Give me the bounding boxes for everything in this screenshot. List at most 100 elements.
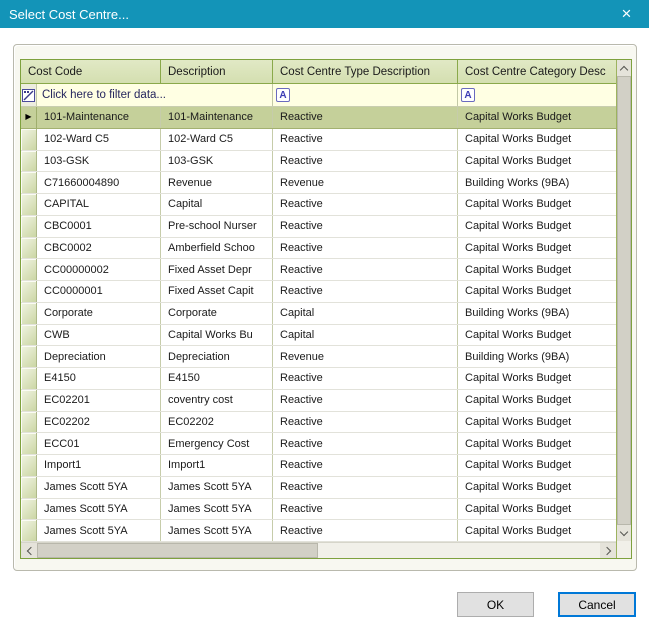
cell-description: James Scott 5YA xyxy=(161,520,273,541)
scroll-left-button[interactable] xyxy=(21,543,37,558)
scroll-up-button[interactable] xyxy=(617,60,631,76)
column-header-type[interactable]: Cost Centre Type Description xyxy=(273,60,458,84)
column-header-description[interactable]: Description xyxy=(161,60,273,84)
filter-prompt-cell[interactable]: Click here to filter data... xyxy=(37,84,273,106)
row-selector-cell[interactable] xyxy=(21,477,37,498)
chevron-right-icon xyxy=(602,546,610,554)
grid-filter-row: Click here to filter data... A A xyxy=(21,84,616,107)
row-selector-cell[interactable] xyxy=(21,259,37,280)
row-selector-cell[interactable] xyxy=(21,238,37,259)
scroll-right-button[interactable] xyxy=(600,543,616,558)
vertical-scrollbar[interactable] xyxy=(616,60,631,558)
column-header-cost-code[interactable]: Cost Code xyxy=(21,60,161,84)
cell-description: Fixed Asset Capit xyxy=(161,281,273,302)
table-row[interactable]: James Scott 5YA James Scott 5YA Reactive… xyxy=(21,477,616,499)
filter-button[interactable] xyxy=(21,84,37,106)
table-row[interactable]: CC0000001 Fixed Asset Capit Reactive Cap… xyxy=(21,281,616,303)
cell-description: Corporate xyxy=(161,303,273,324)
cell-cost-code: CBC0002 xyxy=(37,238,161,259)
table-row[interactable]: Import1 Import1 Reactive Capital Works B… xyxy=(21,455,616,477)
row-selector-cell[interactable] xyxy=(21,216,37,237)
cell-category: Capital Works Budget xyxy=(458,194,616,215)
horizontal-scroll-thumb[interactable] xyxy=(37,543,318,558)
cell-category: Capital Works Budget xyxy=(458,325,616,346)
table-row[interactable]: ECC01 Emergency Cost Reactive Capital Wo… xyxy=(21,433,616,455)
cell-cost-code: EC02202 xyxy=(37,412,161,433)
cell-description: coventry cost xyxy=(161,390,273,411)
column-header-category[interactable]: Cost Centre Category Desc xyxy=(458,60,616,84)
cell-category: Building Works (9BA) xyxy=(458,346,616,367)
chevron-down-icon xyxy=(620,527,628,535)
cell-category: Capital Works Budget xyxy=(458,499,616,520)
cell-category: Capital Works Budget xyxy=(458,477,616,498)
grid-header-row: Cost Code Description Cost Centre Type D… xyxy=(21,60,616,84)
cell-cost-code: CC00000002 xyxy=(37,259,161,280)
current-row-arrow-icon: ▶ xyxy=(25,113,31,121)
cell-description: Capital xyxy=(161,194,273,215)
row-selector-cell[interactable]: ▶ xyxy=(21,107,37,128)
cancel-button[interactable]: Cancel xyxy=(558,592,636,617)
table-row[interactable]: E4150 E4150 Reactive Capital Works Budge… xyxy=(21,368,616,390)
row-selector-cell[interactable] xyxy=(21,520,37,541)
row-selector-cell[interactable] xyxy=(21,172,37,193)
cell-description: 101-Maintenance xyxy=(161,107,273,128)
cell-category: Capital Works Budget xyxy=(458,151,616,172)
table-row[interactable]: CC00000002 Fixed Asset Depr Reactive Cap… xyxy=(21,259,616,281)
row-selector-cell[interactable] xyxy=(21,346,37,367)
text-filter-icon: A xyxy=(276,88,290,102)
table-row[interactable]: C71660004890 Revenue Revenue Building Wo… xyxy=(21,172,616,194)
table-row[interactable]: EC02201 coventry cost Reactive Capital W… xyxy=(21,390,616,412)
table-row[interactable]: EC02202 EC02202 Reactive Capital Works B… xyxy=(21,412,616,434)
horizontal-scrollbar[interactable] xyxy=(21,542,616,558)
cell-description: Fixed Asset Depr xyxy=(161,259,273,280)
row-selector-cell[interactable] xyxy=(21,499,37,520)
cell-type: Reactive xyxy=(273,151,458,172)
table-row[interactable]: James Scott 5YA James Scott 5YA Reactive… xyxy=(21,499,616,521)
table-row[interactable]: ▶ 101-Maintenance 101-Maintenance Reacti… xyxy=(21,107,616,129)
table-row[interactable]: Depreciation Depreciation Revenue Buildi… xyxy=(21,346,616,368)
table-row[interactable]: CBC0002 Amberfield Schoo Reactive Capita… xyxy=(21,238,616,260)
row-selector-cell[interactable] xyxy=(21,303,37,324)
table-row[interactable]: 103-GSK 103-GSK Reactive Capital Works B… xyxy=(21,151,616,173)
row-selector-cell[interactable] xyxy=(21,368,37,389)
cell-cost-code: CWB xyxy=(37,325,161,346)
table-row[interactable]: CWB Capital Works Bu Capital Capital Wor… xyxy=(21,325,616,347)
ok-button[interactable]: OK xyxy=(457,592,534,617)
row-selector-cell[interactable] xyxy=(21,194,37,215)
grid-body: ▶ 101-Maintenance 101-Maintenance Reacti… xyxy=(21,107,616,542)
cell-type: Reactive xyxy=(273,129,458,150)
row-selector-cell[interactable] xyxy=(21,455,37,476)
grid-panel: Cost Code Description Cost Centre Type D… xyxy=(13,44,637,571)
row-selector-cell[interactable] xyxy=(21,129,37,150)
cell-description: Revenue xyxy=(161,172,273,193)
horizontal-scroll-track[interactable] xyxy=(37,543,600,558)
cell-type: Reactive xyxy=(273,194,458,215)
table-row[interactable]: 102-Ward C5 102-Ward C5 Reactive Capital… xyxy=(21,129,616,151)
cell-cost-code: EC02201 xyxy=(37,390,161,411)
row-selector-cell[interactable] xyxy=(21,325,37,346)
scroll-down-button[interactable] xyxy=(617,525,631,541)
cell-category: Capital Works Budget xyxy=(458,433,616,454)
cell-cost-code: CBC0001 xyxy=(37,216,161,237)
row-selector-cell[interactable] xyxy=(21,412,37,433)
cell-type: Reactive xyxy=(273,390,458,411)
cell-category: Capital Works Budget xyxy=(458,259,616,280)
row-selector-cell[interactable] xyxy=(21,151,37,172)
table-row[interactable]: CAPITAL Capital Reactive Capital Works B… xyxy=(21,194,616,216)
table-row[interactable]: Corporate Corporate Capital Building Wor… xyxy=(21,303,616,325)
cell-type: Reactive xyxy=(273,499,458,520)
row-selector-cell[interactable] xyxy=(21,433,37,454)
row-selector-cell[interactable] xyxy=(21,390,37,411)
cell-type: Reactive xyxy=(273,107,458,128)
cell-description: Pre-school Nurser xyxy=(161,216,273,237)
filter-category-cell[interactable]: A xyxy=(458,84,616,106)
row-selector-cell[interactable] xyxy=(21,281,37,302)
table-row[interactable]: CBC0001 Pre-school Nurser Reactive Capit… xyxy=(21,216,616,238)
close-button[interactable]: × xyxy=(604,0,649,28)
cell-cost-code: C71660004890 xyxy=(37,172,161,193)
vertical-scroll-thumb[interactable] xyxy=(617,76,631,525)
cell-description: Emergency Cost xyxy=(161,433,273,454)
cell-description: James Scott 5YA xyxy=(161,477,273,498)
table-row[interactable]: James Scott 5YA James Scott 5YA Reactive… xyxy=(21,520,616,542)
filter-type-cell[interactable]: A xyxy=(273,84,458,106)
